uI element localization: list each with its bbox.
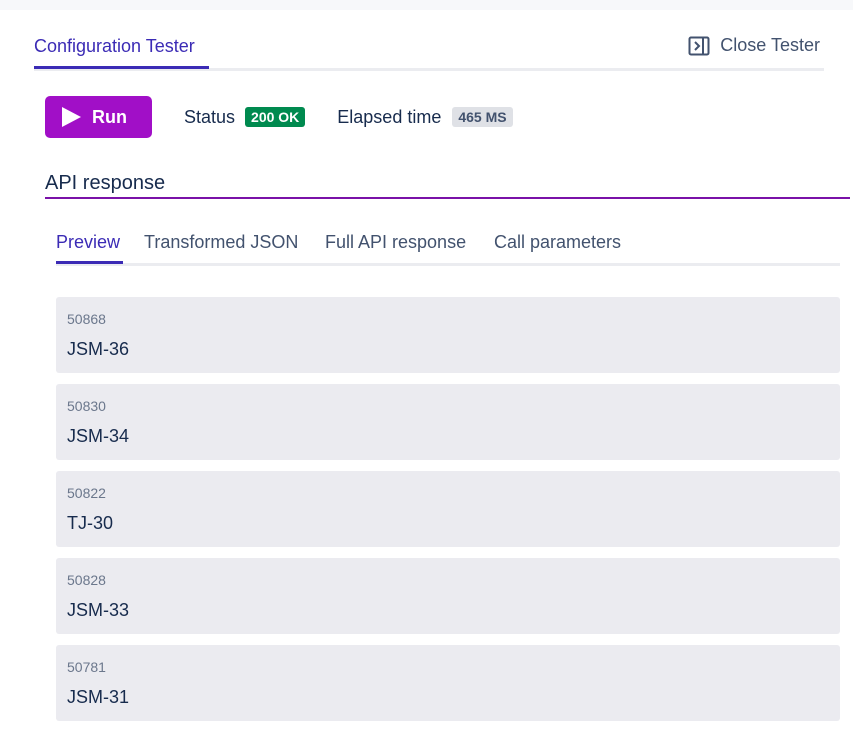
status-label: Status: [184, 106, 236, 127]
status-badge: 200 OK: [245, 107, 306, 127]
item-id: 50830: [67, 398, 106, 414]
item-key: JSM-34: [67, 426, 130, 446]
item-key: JSM-33: [67, 600, 130, 620]
list-item: 50828 JSM-33: [56, 558, 840, 634]
active-tab-indicator: [56, 261, 123, 264]
close-tester-label: Close Tester: [720, 35, 820, 55]
item-key: JSM-31: [67, 687, 130, 707]
close-tester-button[interactable]: Close Tester: [688, 35, 820, 56]
tab-preview[interactable]: Preview: [56, 232, 120, 253]
play-icon: [60, 106, 82, 128]
panel-close-icon: [688, 36, 710, 56]
item-id: 50781: [67, 659, 106, 675]
run-label: Run: [92, 106, 127, 127]
active-tab-indicator: [34, 66, 209, 69]
tab-transformed-json[interactable]: Transformed JSON: [144, 232, 298, 253]
elapsed-time-badge: 465 MS: [452, 107, 513, 127]
tab-configuration-tester[interactable]: Configuration Tester: [34, 36, 195, 57]
preview-list: 50868 JSM-36 50830 JSM-34 50822 TJ-30 50…: [56, 297, 840, 732]
elapsed-time-label: Elapsed time: [337, 106, 442, 127]
item-id: 50828: [67, 572, 106, 588]
list-item: 50781 JSM-31: [56, 645, 840, 721]
tester-header: Configuration Tester Close Tester: [34, 30, 824, 71]
response-tabs: Preview Transformed JSON Full API respon…: [56, 230, 840, 266]
tab-full-api-response[interactable]: Full API response: [325, 232, 466, 253]
list-item: 50830 JSM-34: [56, 384, 840, 460]
item-id: 50868: [67, 311, 106, 327]
tab-call-parameters[interactable]: Call parameters: [494, 232, 621, 253]
list-item: 50868 JSM-36: [56, 297, 840, 373]
section-title: API response: [45, 172, 850, 199]
run-button[interactable]: Run: [45, 96, 152, 138]
item-key: JSM-36: [67, 339, 130, 359]
item-key: TJ-30: [67, 513, 114, 533]
top-strip: [0, 0, 853, 10]
item-id: 50822: [67, 485, 106, 501]
tester-controls: Run Status 200 OK Elapsed time 465 MS: [45, 96, 513, 138]
list-item: 50822 TJ-30: [56, 471, 840, 547]
